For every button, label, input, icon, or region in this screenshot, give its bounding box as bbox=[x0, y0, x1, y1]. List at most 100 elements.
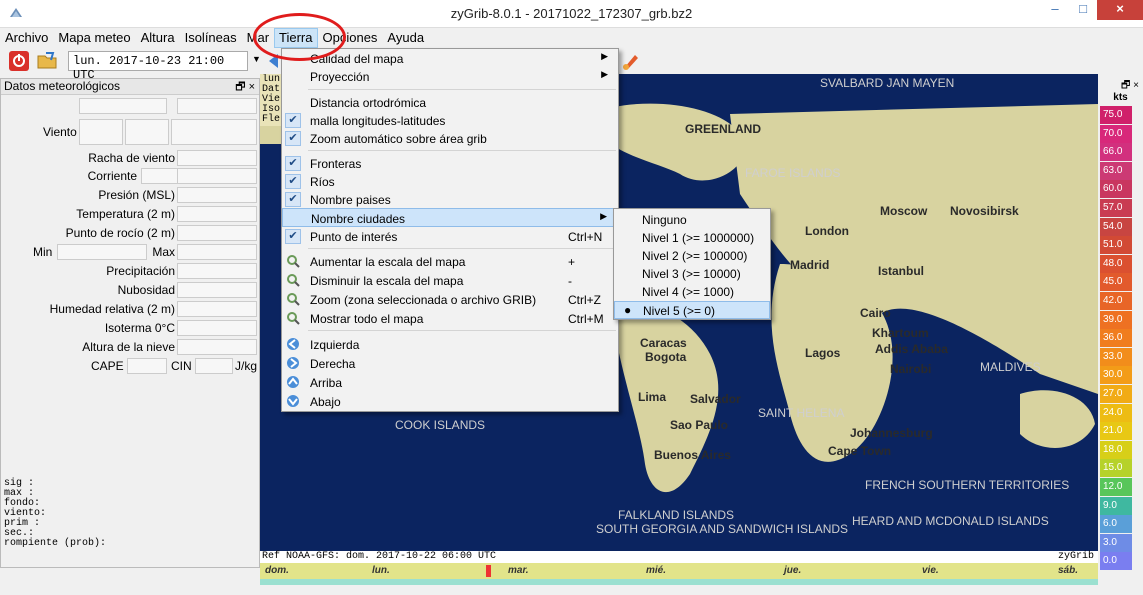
map-label: Cairo bbox=[860, 306, 891, 320]
menu-item-abajo[interactable]: Abajo bbox=[282, 392, 618, 411]
time-slider[interactable]: dom. lun. mar. mié. jue. vie. sáb. bbox=[260, 563, 1098, 585]
map-label: Nairobi bbox=[890, 362, 932, 376]
value-box bbox=[177, 206, 257, 222]
checkmark-icon: ✔ bbox=[285, 174, 301, 189]
map-info-box: lun Dat Vie Iso Fle bbox=[260, 74, 283, 126]
minimize-button[interactable]: – bbox=[1041, 0, 1069, 20]
panel-row-temperatura: Temperatura (2 m) bbox=[1, 205, 259, 223]
paint-tool-icon[interactable] bbox=[620, 50, 642, 72]
submenu-item-label: Nivel 2 (>= 100000) bbox=[642, 249, 748, 263]
unit-label: J/kg bbox=[235, 359, 258, 373]
menu-item-mostrar-todo[interactable]: Mostrar todo el mapa Ctrl+M bbox=[282, 309, 618, 328]
row-label: Corriente bbox=[87, 169, 137, 183]
map-label: Buenos Aires bbox=[654, 448, 731, 462]
value-box bbox=[177, 225, 257, 241]
legend-unit: kts bbox=[1113, 92, 1128, 103]
menu-item-label: Aumentar la escala del mapa bbox=[310, 255, 466, 269]
value-box bbox=[171, 119, 257, 145]
timeline-track bbox=[260, 579, 1098, 585]
map-label: MALDIVES bbox=[980, 360, 1041, 374]
close-button[interactable]: × bbox=[1097, 0, 1143, 20]
menu-item-aumentar-escala[interactable]: Aumentar la escala del mapa + bbox=[282, 252, 618, 271]
stop-icon[interactable] bbox=[8, 50, 30, 72]
submenu-item-label: Nivel 5 (>= 0) bbox=[643, 304, 716, 318]
map-label: Madrid bbox=[790, 258, 830, 272]
value-box bbox=[177, 187, 257, 203]
value-box bbox=[141, 168, 181, 184]
submenu-item-nivel-5[interactable]: ● Nivel 5 (>= 0) bbox=[614, 301, 770, 319]
map-label: COOK ISLANDS bbox=[395, 418, 486, 432]
menu-item-disminuir-escala[interactable]: Disminuir la escala del mapa - bbox=[282, 271, 618, 290]
panel-dock-close-icons[interactable]: 🗗 × bbox=[235, 80, 255, 95]
menu-isolineas[interactable]: Isolíneas bbox=[180, 28, 242, 48]
menu-item-label: Abajo bbox=[310, 395, 341, 409]
submenu-item-nivel-1[interactable]: Nivel 1 (>= 1000000) bbox=[614, 229, 770, 247]
menu-item-proyeccion[interactable]: Proyección ▶ bbox=[282, 67, 618, 86]
reference-bar: Ref NOAA-GFS: dom. 2017-10-22 06:00 UTC … bbox=[260, 551, 1098, 563]
legend-cell: 6.0 bbox=[1100, 515, 1132, 534]
menu-item-nombre-paises[interactable]: ✔ Nombre paises bbox=[282, 190, 618, 209]
map-label: Lima bbox=[638, 390, 667, 404]
menu-item-derecha[interactable]: Derecha bbox=[282, 354, 618, 373]
menu-mapa-meteo[interactable]: Mapa meteo bbox=[53, 28, 135, 48]
value-box bbox=[177, 150, 257, 166]
menu-shortcut: Ctrl+M bbox=[568, 312, 604, 326]
panel-row-nubosidad: Nubosidad bbox=[1, 281, 259, 299]
menu-item-label: Ríos bbox=[310, 175, 335, 189]
maximize-button[interactable]: □ bbox=[1069, 0, 1097, 20]
menu-item-label: Mostrar todo el mapa bbox=[310, 312, 424, 326]
legend-cell: 48.0 bbox=[1100, 254, 1132, 273]
brand-label: zyGrib bbox=[1057, 551, 1094, 562]
menu-item-zoom-auto[interactable]: ✔ Zoom automático sobre área grib bbox=[282, 129, 618, 148]
arrow-right-icon bbox=[287, 357, 299, 369]
menu-item-fronteras[interactable]: ✔ Fronteras bbox=[282, 154, 618, 173]
open-folder-icon[interactable] bbox=[36, 50, 58, 72]
timeline-day: lun. bbox=[372, 565, 390, 576]
menu-item-label: Zoom automático sobre área grib bbox=[310, 132, 487, 146]
map-label: Bogota bbox=[645, 350, 687, 364]
window-title: zyGrib-8.0.1 - 20171022_172307_grb.bz2 bbox=[450, 6, 693, 21]
legend-cell: 24.0 bbox=[1100, 403, 1132, 422]
reference-text: Ref NOAA-GFS: dom. 2017-10-22 06:00 UTC bbox=[262, 551, 497, 562]
menu-altura[interactable]: Altura bbox=[136, 28, 180, 48]
map-label: London bbox=[805, 224, 849, 238]
title-bar: zyGrib-8.0.1 - 20171022_172307_grb.bz2 –… bbox=[0, 0, 1143, 28]
checkmark-icon: ✔ bbox=[285, 131, 301, 146]
menu-item-arriba[interactable]: Arriba bbox=[282, 373, 618, 392]
menu-item-zoom-zona[interactable]: Zoom (zona seleccionada o archivo GRIB) … bbox=[282, 290, 618, 309]
menu-item-izquierda[interactable]: Izquierda bbox=[282, 335, 618, 354]
legend-cell: 60.0 bbox=[1100, 180, 1132, 199]
menu-item-malla[interactable]: ✔ malla longitudes-latitudes bbox=[282, 111, 618, 130]
checkmark-icon: ✔ bbox=[285, 156, 301, 171]
submenu-item-label: Nivel 3 (>= 10000) bbox=[642, 267, 741, 281]
legend-dock-close-icons[interactable]: 🗗 × bbox=[1098, 78, 1143, 92]
map-label: Cape Town bbox=[828, 444, 892, 458]
map-label: HEARD AND MCDONALD ISLANDS bbox=[852, 514, 1049, 528]
date-selector[interactable]: lun. 2017-10-23 21:00 UTC bbox=[68, 51, 248, 82]
submenu-item-label: Nivel 4 (>= 1000) bbox=[642, 285, 735, 299]
map-label: FRENCH SOUTHERN TERRITORIES bbox=[865, 478, 1070, 492]
legend-cell: 0.0 bbox=[1100, 552, 1132, 571]
row-label: Nubosidad bbox=[117, 283, 175, 297]
time-slider-handle[interactable] bbox=[486, 565, 491, 577]
menu-item-nombre-ciudades[interactable]: Nombre ciudades ▶ bbox=[282, 208, 618, 227]
chevron-down-icon[interactable]: ▼ bbox=[252, 54, 261, 64]
submenu-item-nivel-3[interactable]: Nivel 3 (>= 10000) bbox=[614, 265, 770, 283]
map-label: Salvador bbox=[690, 392, 741, 406]
submenu-item-nivel-2[interactable]: Nivel 2 (>= 100000) bbox=[614, 247, 770, 265]
menu-separator bbox=[308, 150, 616, 151]
panel-row-presion: Presión (MSL) bbox=[1, 186, 259, 204]
menu-ayuda[interactable]: Ayuda bbox=[382, 28, 429, 48]
wave-rompiente-label: rompiente (prob): bbox=[4, 538, 107, 549]
submenu-item-ninguno[interactable]: Ninguno bbox=[614, 211, 770, 229]
map-label: Novosibirsk bbox=[950, 204, 1019, 218]
arrow-left-icon bbox=[287, 338, 299, 350]
menu-archivo[interactable]: Archivo bbox=[0, 28, 53, 48]
submenu-item-nivel-4[interactable]: Nivel 4 (>= 1000) bbox=[614, 283, 770, 301]
legend-cell: 39.0 bbox=[1100, 310, 1132, 329]
menu-item-rios[interactable]: ✔ Ríos bbox=[282, 172, 618, 191]
menu-item-distancia[interactable]: Distancia ortodrómica bbox=[282, 93, 618, 112]
menu-item-label: Disminuir la escala del mapa bbox=[310, 274, 464, 288]
menu-item-punto-interes[interactable]: ✔ Punto de interés Ctrl+N bbox=[282, 227, 618, 246]
legend-cell: 51.0 bbox=[1100, 236, 1132, 255]
